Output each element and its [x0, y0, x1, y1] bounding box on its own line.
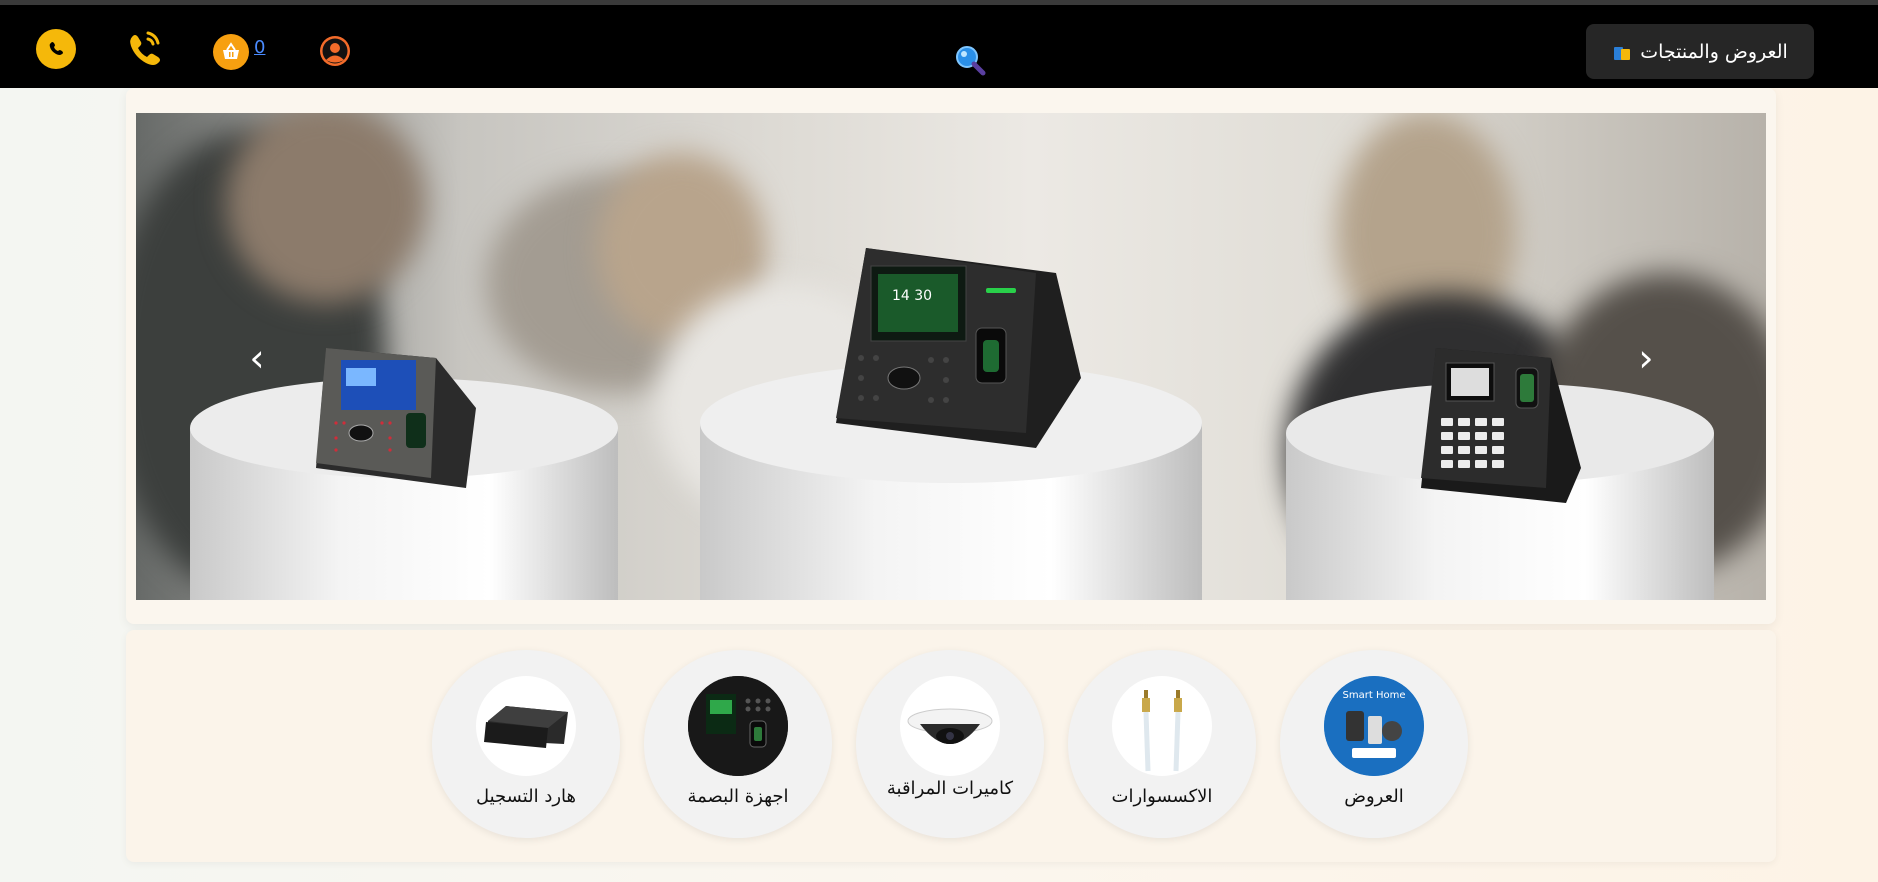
fingerprint-device-center: 14 30 [836, 248, 1081, 448]
category-fingerprint-devices[interactable]: اجهزة البصمة [644, 650, 832, 838]
category-cameras[interactable]: كاميرات المراقبة [856, 650, 1044, 838]
bag-icon [1612, 43, 1632, 61]
fingerprint-device-left [316, 348, 476, 488]
category-accessories[interactable]: الاكسسوارات [1068, 650, 1256, 838]
cart-count[interactable]: 0 [254, 37, 265, 58]
fingerprint-device-right [1421, 348, 1581, 503]
category-label: العروض [1344, 786, 1404, 807]
category-label: هارد التسجيل [475, 786, 577, 807]
dome-camera-icon [900, 676, 1000, 776]
category-recording-drives[interactable]: هارد التسجيل [432, 650, 620, 838]
dvr-icon [476, 676, 576, 776]
whatsapp-icon[interactable] [36, 29, 76, 69]
offers-products-button[interactable]: العروض والمنتجات [1586, 24, 1814, 79]
offers-products-label: العروض والمنتجات [1640, 40, 1788, 63]
bg-blur-shape [226, 113, 426, 303]
cart-icon[interactable] [213, 34, 249, 70]
device-screen-time: 14 30 [892, 288, 932, 304]
cable-icon [1112, 676, 1212, 776]
category-offers[interactable]: Smart Home العروض [1280, 650, 1468, 838]
navbar: 0 العروض والمنتجات [0, 5, 1878, 88]
hero-slider[interactable]: 14 30 ‹ › [136, 113, 1766, 600]
smart-home-icon: Smart Home [1324, 676, 1424, 776]
user-icon[interactable] [319, 35, 351, 67]
search-icon[interactable] [953, 43, 987, 77]
fingerprint-device-icon [688, 676, 788, 776]
phone-icon[interactable] [124, 27, 164, 69]
slider-prev-arrow[interactable]: ‹ [242, 338, 272, 378]
category-label: الاكسسوارات [1111, 786, 1213, 807]
category-label: اجهزة البصمة [687, 786, 789, 807]
category-label: كاميرات المراقبة [886, 778, 1014, 799]
svg-text:Smart Home: Smart Home [1343, 690, 1406, 701]
slider-next-arrow[interactable]: › [1631, 338, 1661, 378]
